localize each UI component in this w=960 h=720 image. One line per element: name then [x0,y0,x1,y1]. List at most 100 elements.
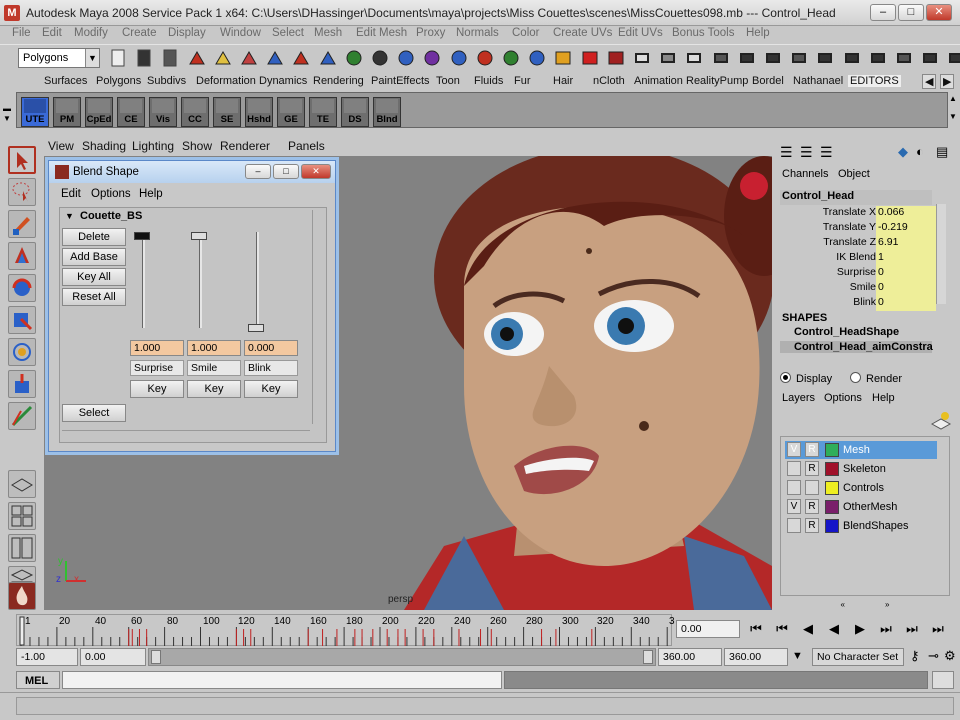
channel-row[interactable]: IK Blend 1 [780,251,936,266]
new-scene-icon[interactable] [108,48,128,68]
clapper3-icon[interactable] [868,48,888,68]
magnet-icon[interactable] [580,48,600,68]
channel-row[interactable]: Surprise 0 [780,266,936,281]
layer-visibility-toggle[interactable] [787,518,801,533]
menu-window[interactable]: Window [220,27,261,39]
shelf-button-vis[interactable]: Vis [149,97,177,127]
history-icon[interactable] [449,48,469,68]
layer-menu-help[interactable]: Help [872,392,895,404]
menu-help[interactable]: Help [746,27,770,39]
shelf-tab-editors[interactable]: EDITORS [848,75,901,87]
object-menu[interactable]: Object [838,168,870,180]
clapper6-icon[interactable] [946,48,960,68]
shelf-tab-toon[interactable]: Toon [436,75,460,87]
shelf-tab-rendering[interactable]: Rendering [313,75,364,87]
menu-create[interactable]: Create [122,27,157,39]
channel-row[interactable]: Smile 0 [780,281,936,296]
menu-normals[interactable]: Normals [456,27,499,39]
tool-settings-icon[interactable] [632,48,652,68]
shelf-tab-nathanael[interactable]: Nathanael [793,75,843,87]
dialog-close-button[interactable]: ✕ [301,164,331,179]
menu-edit-uvs[interactable]: Edit UVs [618,27,663,39]
channel-value[interactable]: 0.066 [876,206,936,221]
panel-menu-lighting[interactable]: Lighting [132,139,174,153]
menu-proxy[interactable]: Proxy [416,27,445,39]
panel-menu-panels[interactable]: Panels [288,139,325,153]
shelf-gear-icon[interactable]: ▬ [3,104,11,113]
range-bar[interactable] [148,648,656,666]
key-target-button[interactable]: Key [187,380,241,398]
target-slider-handle[interactable] [248,324,264,332]
frame-icon[interactable] [789,48,809,68]
channels-menu[interactable]: Channels [782,168,828,180]
layer-menu-options[interactable]: Options [824,392,862,404]
channel-row[interactable]: Translate Z 6.91 [780,236,936,251]
channel-value[interactable]: 0 [876,296,936,311]
render-radio[interactable] [850,372,861,383]
shelf-button-ds[interactable]: DS [341,97,369,127]
step-forward-frame-icon[interactable]: ⏭ [874,618,898,640]
start-time-field[interactable]: -1.00 [16,648,78,666]
snap-grid-icon[interactable] [265,48,285,68]
layer-color-swatch[interactable] [825,519,839,533]
key-target-button[interactable]: Key [244,380,298,398]
clapper4-icon[interactable] [894,48,914,68]
select-tool-icon[interactable] [8,146,36,174]
add-base-button[interactable]: Add Base [62,248,126,266]
save-scene-icon[interactable] [160,48,180,68]
shelf-button-ce[interactable]: CE [117,97,145,127]
layout-outliner-icon[interactable] [8,534,36,562]
dialog-hscrollbar[interactable] [62,430,310,442]
layer-color-swatch[interactable] [825,443,839,457]
shelf-button-blnd[interactable]: Blnd [373,97,401,127]
shelf-button-cc[interactable]: CC [181,97,209,127]
shelf-scroll-left-icon[interactable]: ◀ [922,74,937,89]
layer-row[interactable]: V R OtherMesh [785,498,937,516]
dialog-menu-options[interactable]: Options [91,188,131,200]
menu-edit-mesh[interactable]: Edit Mesh [356,27,407,39]
range-start-handle[interactable] [151,650,161,664]
range-end-handle[interactable] [643,650,653,664]
delete-button[interactable]: Delete [62,228,126,246]
shape-item[interactable]: Control_HeadShape [780,326,932,338]
manipulator-tool-icon[interactable] [8,338,36,366]
output-ops-icon[interactable] [422,48,442,68]
channel-value[interactable]: -0.219 [876,221,936,236]
shelf-tab-fur[interactable]: Fur [514,75,531,87]
shelf-tab-ncloth[interactable]: nCloth [593,75,625,87]
dialog-vscrollbar[interactable] [312,210,324,424]
playback-start-field[interactable]: 0.00 [80,648,146,666]
key-all-button[interactable]: Key All [62,268,126,286]
target-weight-field[interactable]: 1.000 [187,340,241,356]
input-ops-icon[interactable] [396,48,416,68]
shelf-button-cped[interactable]: CpEd [85,97,113,127]
play-back-icon[interactable]: ◀ [822,618,846,640]
target-slider-track[interactable] [199,232,202,328]
playback-end-field[interactable]: 360.00 [658,648,722,666]
collapse-arrow-icon[interactable]: ▼ [65,211,74,221]
undo-icon[interactable] [711,48,731,68]
minimize-button[interactable]: – [870,4,896,21]
go-end-icon[interactable]: ⏭ [926,618,950,640]
layer-reference-toggle[interactable]: R [805,461,819,476]
shelf-button-hshd[interactable]: Hshd [245,97,273,127]
menu-select[interactable]: Select [272,27,304,39]
hypershade-icon[interactable] [553,48,573,68]
select-object-icon[interactable] [213,48,233,68]
shelf-button-se[interactable]: SE [213,97,241,127]
ipr-icon[interactable] [501,48,521,68]
layer-row[interactable]: Controls [785,479,937,497]
shelf-tab-bordel[interactable]: Bordel [752,75,784,87]
clapper5-icon[interactable] [920,48,940,68]
layer-color-swatch[interactable] [825,481,839,495]
anim-prefs-icon[interactable]: ⚙ [944,648,956,664]
layer-visibility-toggle[interactable]: V [787,499,801,514]
character-set-field[interactable]: No Character Set [812,648,904,666]
layer-reference-toggle[interactable]: R [805,518,819,533]
menu-modify[interactable]: Modify [74,27,108,39]
dialog-menu-help[interactable]: Help [139,188,163,200]
layer-hscroll[interactable]: « » [780,600,950,610]
channel-value[interactable]: 0 [876,281,936,296]
menu-bonus-tools[interactable]: Bonus Tools [672,27,734,39]
new-layer-icon[interactable] [930,410,952,432]
